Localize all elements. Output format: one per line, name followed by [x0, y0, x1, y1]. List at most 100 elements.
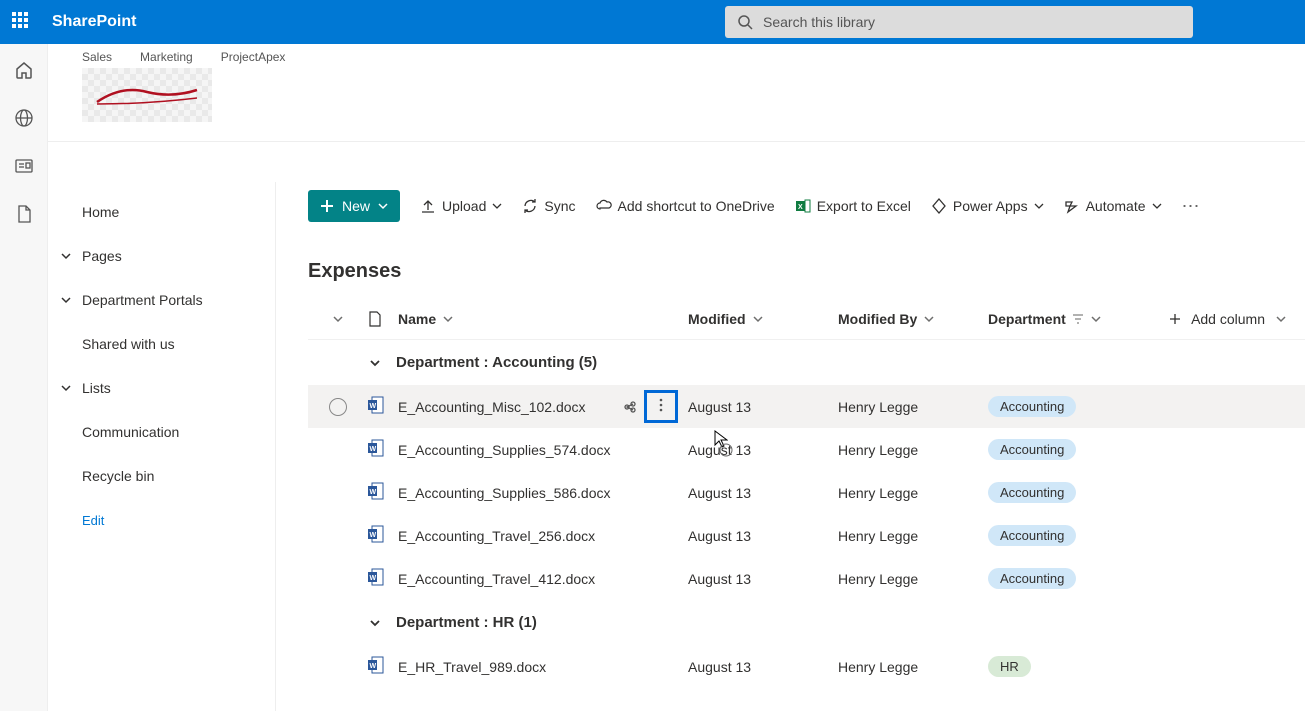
chevron-down-icon: [1152, 201, 1162, 211]
tab-projectapex[interactable]: ProjectApex: [221, 50, 286, 64]
department-pill: HR: [988, 656, 1031, 677]
site-tabs: Sales Marketing ProjectApex: [48, 44, 1305, 64]
word-doc-icon: W: [368, 439, 384, 457]
share-icon[interactable]: [622, 399, 638, 415]
col-department[interactable]: Department: [988, 311, 1138, 327]
modified-by: Henry Legge: [838, 442, 988, 458]
modified-date: August 13: [688, 659, 838, 675]
plus-icon: [320, 199, 334, 213]
file-row[interactable]: W E_Accounting_Misc_102.docx August 13 H…: [308, 385, 1305, 428]
shortcut-label: Add shortcut to OneDrive: [618, 198, 775, 214]
nav-home[interactable]: Home: [48, 190, 275, 234]
more-actions-highlight: [644, 390, 678, 423]
col-name[interactable]: Name: [398, 311, 688, 327]
search-placeholder: Search this library: [763, 14, 875, 30]
modified-date: August 13: [688, 442, 838, 458]
col-modified-by[interactable]: Modified By: [838, 311, 988, 327]
nav-pages[interactable]: Pages: [48, 234, 275, 278]
command-bar: New Upload Sync Add shortcut to OneDrive…: [276, 182, 1305, 230]
sync-label: Sync: [544, 198, 575, 214]
app-launcher-icon[interactable]: [12, 12, 32, 32]
add-column-button[interactable]: Add column: [1169, 311, 1305, 327]
new-button[interactable]: New: [308, 190, 400, 222]
modified-by: Henry Legge: [838, 485, 988, 501]
left-nav: Home Pages Department Portals Shared wit…: [48, 182, 276, 711]
modified-date: August 13: [688, 485, 838, 501]
filter-icon: [1072, 313, 1084, 325]
upload-label: Upload: [442, 198, 486, 214]
upload-icon: [420, 198, 436, 214]
file-row[interactable]: W E_Accounting_Travel_412.docx August 13…: [308, 557, 1305, 600]
file-name-label: E_Accounting_Supplies_574.docx: [398, 442, 611, 458]
select-circle[interactable]: [329, 398, 347, 416]
search-input[interactable]: Search this library: [725, 6, 1193, 38]
chevron-down-icon: [60, 250, 72, 262]
sync-icon: [522, 198, 538, 214]
col-modified-by-label: Modified By: [838, 311, 917, 327]
group-header[interactable]: Department : Accounting (5): [308, 340, 1305, 385]
modified-date: August 13: [688, 571, 838, 587]
file-name-label: E_Accounting_Misc_102.docx: [398, 399, 586, 415]
chevron-down-icon: [368, 356, 382, 370]
nav-recycle-bin[interactable]: Recycle bin: [48, 454, 275, 498]
department-pill: Accounting: [988, 396, 1076, 417]
top-suite-bar: SharePoint Search this library: [0, 0, 1305, 44]
svg-text:X: X: [798, 204, 803, 211]
more-vertical-icon[interactable]: [653, 397, 669, 413]
export-excel-button[interactable]: X Export to Excel: [795, 198, 911, 214]
news-icon[interactable]: [14, 156, 34, 176]
upload-button[interactable]: Upload: [420, 198, 502, 214]
group-label: Department : Accounting (5): [396, 354, 597, 371]
file-name-label: E_Accounting_Travel_412.docx: [398, 571, 595, 587]
site-logo[interactable]: [82, 68, 212, 122]
file-type-icon[interactable]: [368, 311, 382, 327]
file-row[interactable]: W E_Accounting_Travel_256.docx August 13…: [308, 514, 1305, 557]
search-icon: [737, 14, 753, 30]
globe-icon[interactable]: [14, 108, 34, 128]
excel-icon: X: [795, 198, 811, 214]
department-pill: Accounting: [988, 439, 1076, 460]
secondary-circle-icon: [718, 442, 734, 458]
chevron-down-icon: [1034, 201, 1044, 211]
chevron-down-icon: [60, 382, 72, 394]
file-row[interactable]: W E_Accounting_Supplies_586.docx August …: [308, 471, 1305, 514]
chevron-down-icon[interactable]: [332, 313, 344, 325]
export-label: Export to Excel: [817, 198, 911, 214]
chevron-down-icon: [442, 313, 454, 325]
department-pill: Accounting: [988, 568, 1076, 589]
group-header[interactable]: Department : HR (1): [308, 600, 1305, 645]
modified-by: Henry Legge: [838, 659, 988, 675]
more-commands-button[interactable]: ⋯: [1182, 196, 1202, 217]
col-modified[interactable]: Modified: [688, 311, 838, 327]
nav-lists[interactable]: Lists: [48, 366, 275, 410]
file-row[interactable]: W E_HR_Travel_989.docx August 13 Henry L…: [308, 645, 1305, 688]
add-shortcut-button[interactable]: Add shortcut to OneDrive: [596, 198, 775, 214]
column-headers: Name Modified Modified By Department Add…: [308, 311, 1305, 340]
modified-by: Henry Legge: [838, 399, 988, 415]
nav-shared[interactable]: Shared with us: [48, 322, 275, 366]
modified-by: Henry Legge: [838, 571, 988, 587]
site-header: Sales Marketing ProjectApex: [48, 44, 1305, 142]
col-department-label: Department: [988, 311, 1066, 327]
file-row[interactable]: W E_Accounting_Supplies_574.docx August …: [308, 428, 1305, 471]
nav-edit[interactable]: Edit: [48, 498, 275, 542]
nav-dept-label: Department Portals: [82, 292, 203, 308]
nav-department-portals[interactable]: Department Portals: [48, 278, 275, 322]
tab-sales[interactable]: Sales: [82, 50, 112, 64]
powerapps-icon: [931, 198, 947, 214]
modified-date: August 13: [688, 399, 838, 415]
sync-button[interactable]: Sync: [522, 198, 575, 214]
nav-communication[interactable]: Communication: [48, 410, 275, 454]
col-modified-label: Modified: [688, 311, 746, 327]
home-icon[interactable]: [14, 60, 34, 80]
page-title: Expenses: [308, 260, 1305, 283]
chevron-down-icon: [492, 201, 502, 211]
add-column-label: Add column: [1191, 311, 1265, 327]
tab-marketing[interactable]: Marketing: [140, 50, 193, 64]
file-icon[interactable]: [14, 204, 34, 224]
power-apps-button[interactable]: Power Apps: [931, 198, 1044, 214]
main-content: Expenses Name Modified Modified By Depar…: [276, 230, 1305, 711]
svg-text:W: W: [370, 446, 377, 453]
svg-text:W: W: [370, 532, 377, 539]
automate-button[interactable]: Automate: [1064, 198, 1162, 214]
